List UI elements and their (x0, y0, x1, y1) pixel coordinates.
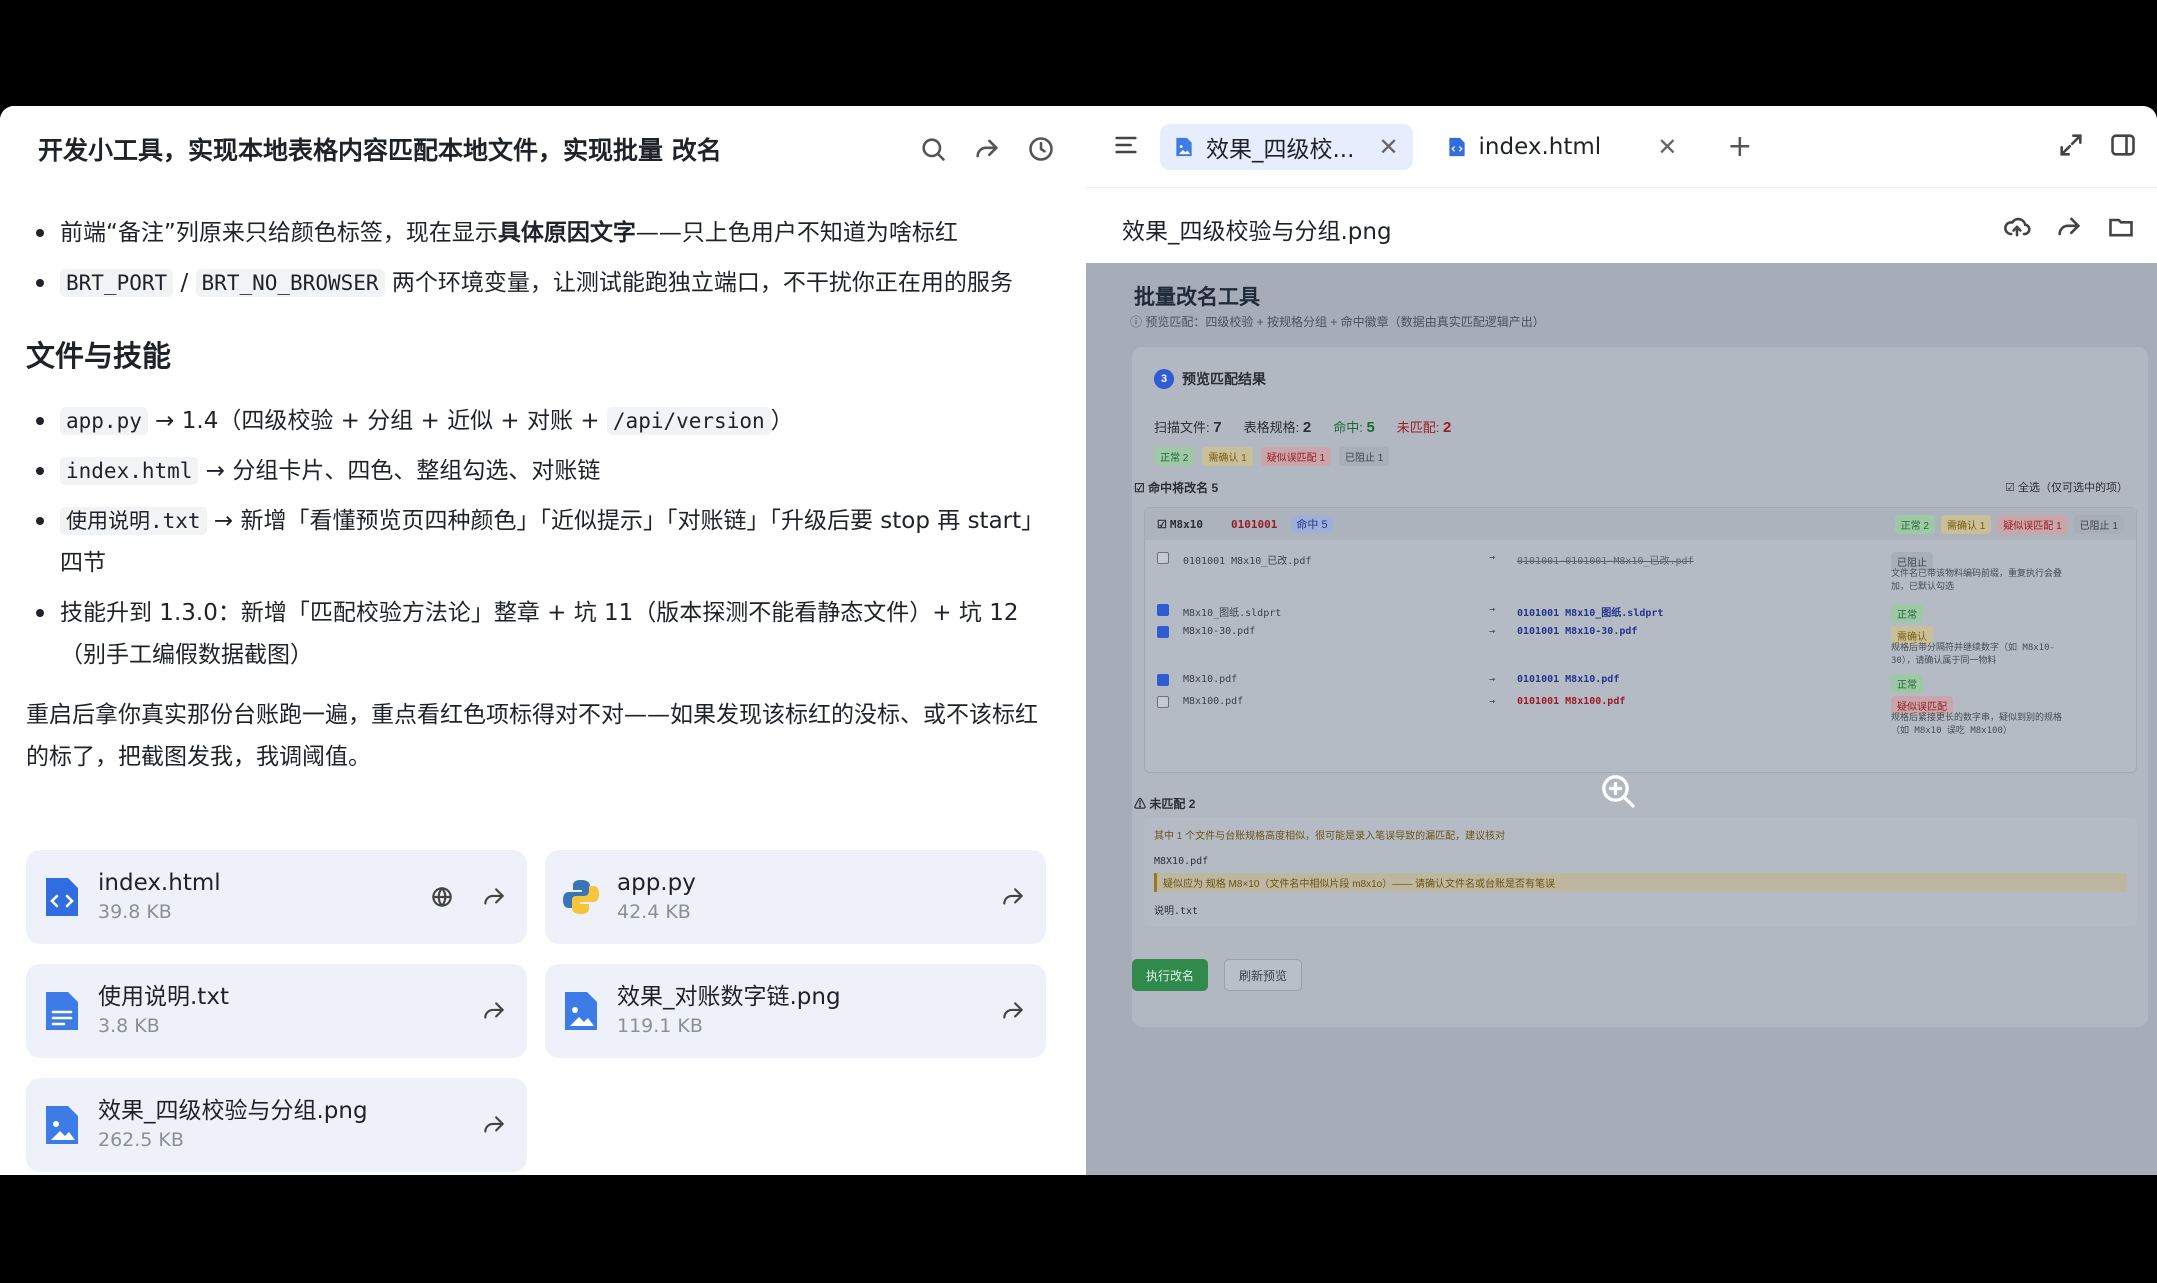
history-icon[interactable] (1024, 132, 1058, 166)
expand-icon[interactable] (2057, 131, 2085, 163)
shot-step-header: 3 预览匹配结果 (1154, 369, 1266, 389)
list-item: app.py → 1.4（四级校验 + 分组 + 近似 + 对账 + /api/… (26, 400, 1060, 442)
shot-stats: 扫描文件: 7 表格规格: 2 命中: 5 未匹配: 2 (1154, 419, 1452, 436)
tab-validation-png[interactable]: 效果_四级校... ✕ (1160, 123, 1413, 170)
share-icon[interactable] (477, 1108, 511, 1142)
file-card-index-html[interactable]: index.html 39.8 KB (26, 850, 527, 944)
file-title: 效果_四级校验与分组.png (1122, 219, 1392, 245)
html-file-icon (1448, 137, 1465, 156)
panel-toggle-icon[interactable] (2109, 131, 2137, 163)
shot-unmatched-box: 其中 1 个文件与台账规格高度相似，很可能是录入笔误导致的漏匹配，建议核对 M8… (1144, 817, 2137, 927)
text-file-icon (46, 992, 78, 1030)
shot-select-all: ☑ 全选（仅可选中的项） (2005, 482, 2128, 494)
preview-pane: 效果_四级校... ✕ index.html ✕ + 效果_四级校验与分组.pn… (1086, 106, 2157, 1175)
close-tab-icon[interactable]: ✕ (1657, 133, 1677, 161)
folder-icon[interactable] (2107, 213, 2135, 245)
shot-hit-label: ☑ 命中将改名 5 (1134, 481, 1219, 495)
close-tab-icon[interactable]: ✕ (1378, 133, 1398, 161)
menu-icon[interactable] (1112, 131, 1140, 163)
list-item: 使用说明.txt → 新增「看懂预览页四种颜色」「近似提示」「对账链」「升级后要… (26, 500, 1060, 584)
search-icon[interactable] (916, 132, 950, 166)
share-icon[interactable] (996, 994, 1030, 1028)
list-item: index.html → 分组卡片、四色、整组勾选、对账链 (26, 450, 1060, 492)
chat-pane: 开发小工具，实现本地表格内容匹配本地文件，实现批量 改名 一，那方文东还不触发）… (0, 106, 1086, 1175)
image-file-icon (565, 992, 597, 1030)
file-header: 效果_四级校验与分组.png (1086, 189, 2157, 269)
shot-app-title: 批量改名工具 (1134, 286, 1260, 309)
new-tab-icon[interactable]: + (1727, 129, 1752, 164)
share-icon[interactable] (2055, 213, 2083, 245)
list-item: 前端“备注”列原来只给颜色标签，现在显示具体原因文字——只上色用户不知道为啥标红 (26, 212, 1060, 254)
shot-run-button: 执行改名 (1132, 959, 1209, 991)
share-icon[interactable] (970, 132, 1004, 166)
shot-subtitle: ⓘ 预览匹配：四级校验 + 按规格分组 + 命中徽章（数据由真实匹配逻辑产出） (1130, 315, 1545, 329)
section-title: 文件与技能 (26, 339, 172, 373)
file-card-app-py[interactable]: app.py 42.4 KB (545, 850, 1046, 944)
shot-unmatched-label: ⚠ 未匹配 2 (1134, 797, 1196, 811)
closing-paragraph: 重启后拿你真实那份台账跑一遍，重点看红色项标得对不对——如果发现该标红的没标、或… (26, 702, 1038, 770)
file-card-readme-txt[interactable]: 使用说明.txt 3.8 KB (26, 964, 527, 1058)
file-card-reconcile-png[interactable]: 效果_对账数字链.png 119.1 KB (545, 964, 1046, 1058)
list-item: 技能升到 1.3.0：新增「匹配校验方法论」整章 + 坑 11（版本探测不能看静… (26, 592, 1060, 676)
html-file-icon (46, 878, 78, 916)
chat-message: 一，那方文东还不触发） 前端“备注”列原来只给颜色标签，现在显示具体原因文字——… (0, 176, 1086, 778)
file-card-validation-png[interactable]: 效果_四级校验与分组.png 262.5 KB (26, 1078, 527, 1172)
tab-index-html[interactable]: index.html ✕ (1433, 124, 1692, 170)
share-icon[interactable] (996, 880, 1030, 914)
chat-title: 开发小工具，实现本地表格内容匹配本地文件，实现批量 改名 (38, 136, 722, 165)
image-file-icon (46, 1106, 78, 1144)
share-icon[interactable] (477, 994, 511, 1028)
image-file-icon (1176, 137, 1192, 156)
share-icon[interactable] (477, 880, 511, 914)
python-file-icon (563, 880, 599, 914)
shot-group-card: ☑ M8x10 0101001 命中 5 正常 2 需确认 1 疑似误匹配 1 … (1144, 507, 2137, 773)
shot-legend-badges: 正常 2 需确认 1 疑似误匹配 1 已阻止 1 (1154, 447, 1390, 466)
screenshot-image: 批量改名工具 ⓘ 预览匹配：四级校验 + 按规格分组 + 命中徽章（数据由真实匹… (1086, 263, 2157, 1175)
open-in-browser-icon[interactable] (425, 880, 459, 914)
tab-bar: 效果_四级校... ✕ index.html ✕ + (1086, 106, 2157, 188)
zoom-in-icon[interactable] (1598, 771, 1638, 811)
list-item: BRT_PORT / BRT_NO_BROWSER 两个环境变量，让测试能跑独立… (26, 262, 1060, 304)
bullet-list-changes: 前端“备注”列原来只给颜色标签，现在显示具体原因文字——只上色用户不知道为啥标红… (26, 212, 1060, 304)
chat-header: 开发小工具，实现本地表格内容匹配本地文件，实现批量 改名 (0, 106, 1086, 192)
upload-icon[interactable] (2003, 213, 2031, 245)
bullet-list-files: app.py → 1.4（四级校验 + 分组 + 近似 + 对账 + /api/… (26, 400, 1060, 676)
image-preview[interactable]: 批量改名工具 ⓘ 预览匹配：四级校验 + 按规格分组 + 命中徽章（数据由真实匹… (1086, 263, 2157, 1175)
shot-refresh-button: 刷新预览 (1224, 959, 1303, 991)
shot-result-card: 3 预览匹配结果 扫描文件: 7 表格规格: 2 命中: 5 未匹配: 2 正常 … (1132, 347, 2148, 1027)
